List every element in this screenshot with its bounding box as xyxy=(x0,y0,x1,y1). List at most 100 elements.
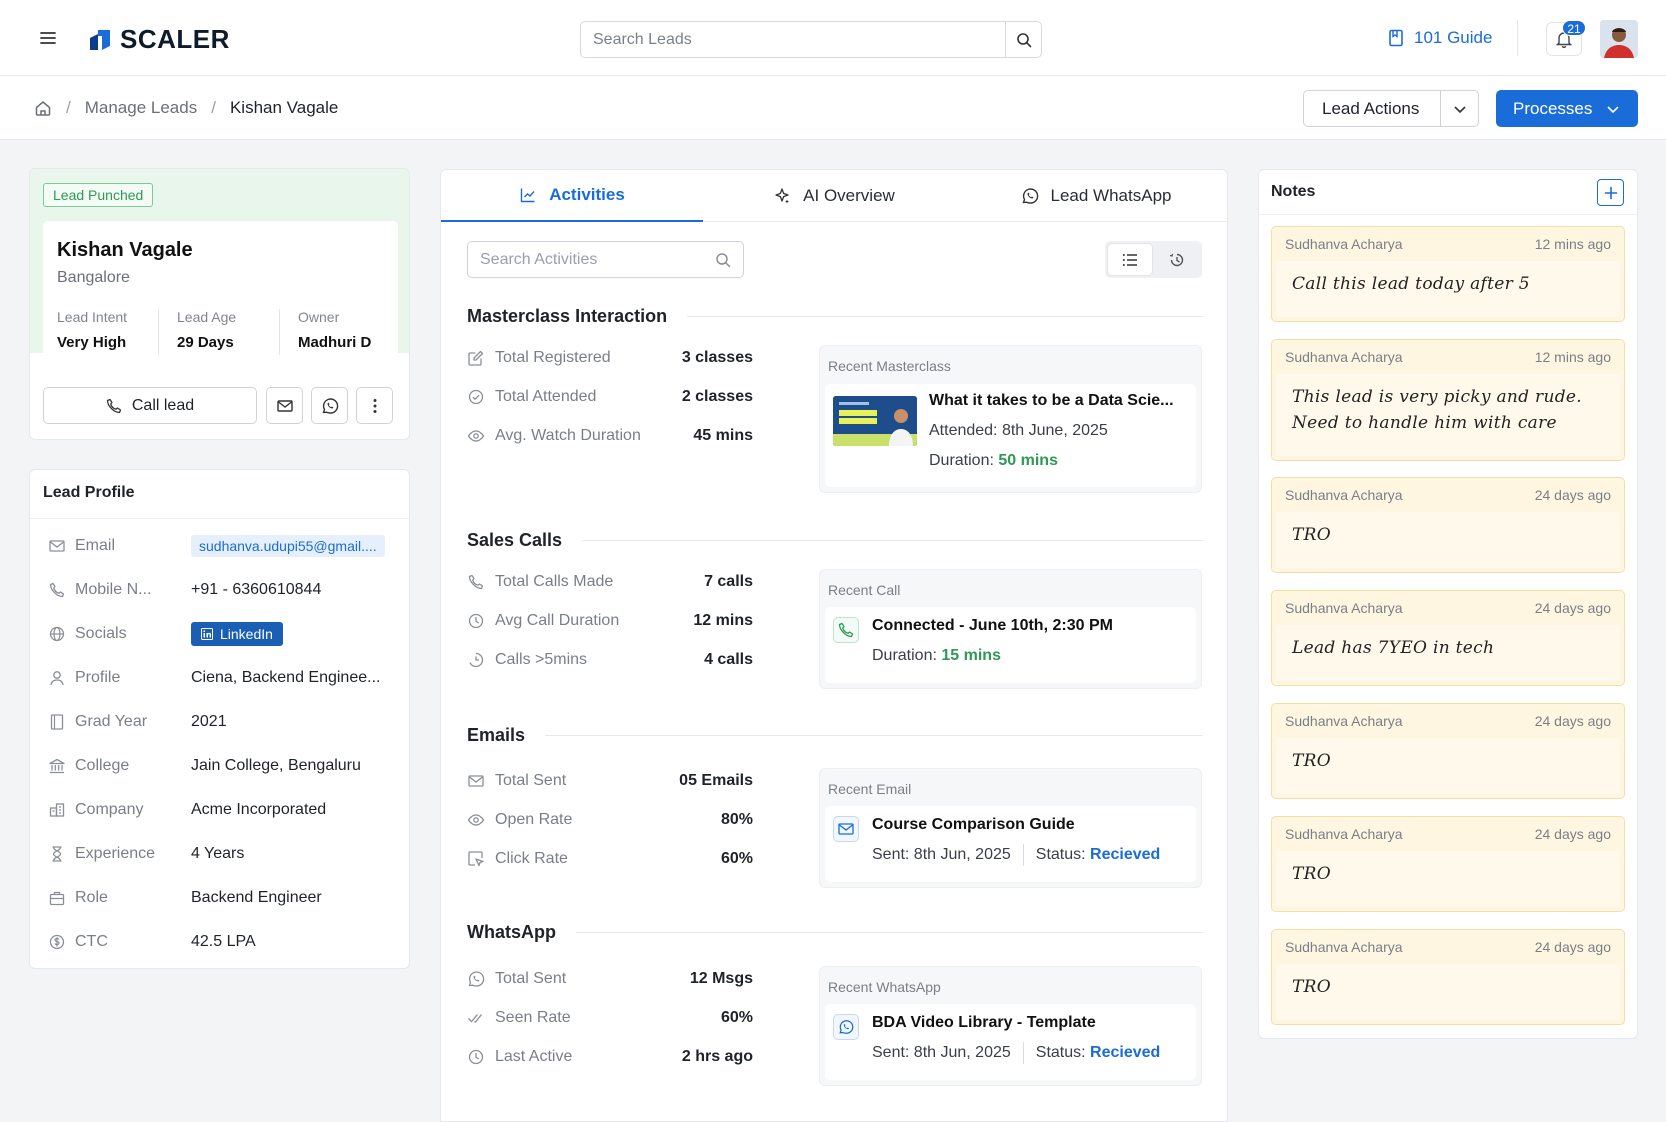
note-card[interactable]: Sudhanva Acharya 24 days ago TRO xyxy=(1271,816,1625,912)
stat-label: Total Sent xyxy=(495,772,567,789)
note-card[interactable]: Sudhanva Acharya 24 days ago Lead has 7YE… xyxy=(1271,590,1625,686)
stat-label: Calls >5mins xyxy=(495,651,588,668)
recent-email-card: Recent Email Course Comparison Guide Sen… xyxy=(819,768,1202,888)
section-title-text: WhatsApp xyxy=(467,922,556,942)
duration-value: 15 mins xyxy=(941,647,1001,664)
stat-divider xyxy=(279,309,280,355)
activities-search-input[interactable] xyxy=(480,250,715,269)
tab-label: AI Overview xyxy=(803,186,895,205)
tab-lead-whatsapp[interactable]: Lead WhatsApp xyxy=(965,170,1227,222)
lead-actions-dropdown[interactable] xyxy=(1441,91,1478,126)
menu-icon[interactable] xyxy=(38,28,58,48)
stat-label: Click Rate xyxy=(495,850,568,867)
note-card[interactable]: Sudhanva Acharya 24 days ago TRO xyxy=(1271,477,1625,573)
search-icon xyxy=(1016,32,1031,47)
note-author: Sudhanva Acharya xyxy=(1285,713,1403,729)
stat-value: 12 mins xyxy=(693,612,753,629)
recent-masterclass-item[interactable]: What it takes to be a Data Scie... Atten… xyxy=(825,384,1196,487)
whatsapp-button[interactable] xyxy=(311,387,348,424)
stat-row: Click Rate 60% xyxy=(467,848,753,870)
recent-title: BDA Video Library - Template xyxy=(872,1014,1096,1031)
note-card[interactable]: Sudhanva Acharya 12 mins ago This lead is… xyxy=(1271,339,1625,461)
note-card[interactable]: Sudhanva Acharya 12 mins ago Call this le… xyxy=(1271,226,1625,322)
cursor-click-icon xyxy=(468,851,484,867)
tab-activities[interactable]: Activities xyxy=(441,170,703,222)
timeline-view-button[interactable] xyxy=(1156,244,1200,275)
home-icon[interactable] xyxy=(34,99,52,117)
stat-value: 2 classes xyxy=(681,388,753,405)
profile-row-ctc: CTC 42.5 LPA xyxy=(48,930,398,954)
profile-value: Jain College, Bengaluru xyxy=(191,757,361,774)
notification-badge: 21 xyxy=(1562,20,1586,36)
scaler-logo[interactable]: SCALER xyxy=(88,24,230,55)
timer-icon xyxy=(469,652,484,668)
more-options-button[interactable] xyxy=(356,387,393,424)
briefcase-icon xyxy=(49,891,65,906)
note-author: Sudhanva Acharya xyxy=(1285,939,1403,955)
profile-row-experience: Experience 4 Years xyxy=(48,842,398,866)
search-button[interactable] xyxy=(1005,22,1041,57)
email-link[interactable]: sudhanva.udupi55@gmail.... xyxy=(191,535,385,557)
add-note-button[interactable] xyxy=(1597,179,1624,206)
guide-link[interactable]: 101 Guide xyxy=(1388,28,1492,48)
profile-value: Acme Incorporated xyxy=(191,801,327,818)
recent-whatsapp-card: Recent WhatsApp BDA Video Library - Temp… xyxy=(819,966,1202,1086)
mail-icon xyxy=(49,540,65,552)
processes-button[interactable]: Processes xyxy=(1496,90,1638,127)
note-card[interactable]: Sudhanva Acharya 24 days ago TRO xyxy=(1271,929,1625,1025)
mail-icon xyxy=(833,816,859,842)
note-time: 12 mins ago xyxy=(1534,349,1611,365)
stat-label: Avg. Watch Duration xyxy=(495,427,641,444)
lead-actions-button[interactable]: Lead Actions xyxy=(1304,91,1441,126)
section-title-text: Masterclass Interaction xyxy=(467,306,668,326)
lead-search-input[interactable] xyxy=(581,22,1005,57)
recent-email-item[interactable]: Course Comparison Guide Sent: 8th Jun, 2… xyxy=(825,806,1196,882)
eye-icon xyxy=(467,814,485,826)
stat-divider xyxy=(158,309,159,355)
email-button[interactable] xyxy=(266,387,303,424)
list-view-button[interactable] xyxy=(1108,244,1152,275)
profile-row-company: Company Acme Incorporated xyxy=(48,798,398,822)
breadcrumb: / Manage Leads / Kishan Vagale xyxy=(34,98,338,118)
note-header: Sudhanva Acharya 12 mins ago xyxy=(1272,227,1624,261)
scaler-logo-icon xyxy=(90,29,110,50)
note-time: 24 days ago xyxy=(1534,713,1611,729)
section-divider xyxy=(576,932,1203,933)
stat-row: Avg Call Duration 12 mins xyxy=(467,610,753,632)
profile-value: Ciena, Backend Enginee... xyxy=(191,669,381,686)
profile-value: 42.5 LPA xyxy=(191,933,256,950)
building-icon xyxy=(49,803,65,817)
divider xyxy=(1259,214,1637,215)
stat-label: Owner xyxy=(298,309,340,325)
stat-value: 29 Days xyxy=(177,334,234,351)
stat-label: Total Sent xyxy=(495,970,567,987)
stat-label: Seen Rate xyxy=(495,1009,571,1026)
lead-summary-card: Lead Punched Kishan Vagale Bangalore Lea… xyxy=(29,168,410,440)
breadcrumb-manage-leads[interactable]: Manage Leads xyxy=(85,98,197,118)
note-header: Sudhanva Acharya 24 days ago xyxy=(1272,817,1624,851)
section-masterclass-title: Masterclass Interaction xyxy=(467,306,1203,327)
stat-value: 60% xyxy=(720,850,753,867)
tab-ai-overview[interactable]: AI Overview xyxy=(703,170,965,222)
recent-whatsapp-item[interactable]: BDA Video Library - Template Sent: 8th J… xyxy=(825,1004,1196,1080)
stat-label: Last Active xyxy=(495,1048,573,1065)
whatsapp-icon xyxy=(321,397,338,414)
profile-row-role: Role Backend Engineer xyxy=(48,886,398,910)
call-lead-button[interactable]: Call lead xyxy=(43,387,257,424)
profile-label: Socials xyxy=(75,625,127,642)
stat-row: Total Sent 12 Msgs xyxy=(467,968,753,990)
history-icon xyxy=(1170,253,1184,266)
user-avatar[interactable] xyxy=(1600,20,1638,58)
note-header: Sudhanva Acharya 12 mins ago xyxy=(1272,340,1624,374)
stat-value: 2 hrs ago xyxy=(681,1048,753,1065)
stat-value: Very High xyxy=(57,334,127,351)
section-whatsapp-title: WhatsApp xyxy=(467,922,1203,943)
stat-row: Open Rate 80% xyxy=(467,809,753,831)
linkedin-link[interactable]: LinkedIn xyxy=(191,622,283,646)
profile-value: 4 Years xyxy=(191,845,245,862)
section-sales-calls-title: Sales Calls xyxy=(467,530,1203,551)
note-card[interactable]: Sudhanva Acharya 24 days ago TRO xyxy=(1271,703,1625,799)
section-divider xyxy=(545,735,1203,736)
stat-value: 60% xyxy=(720,1009,753,1026)
recent-call-item[interactable]: Connected - June 10th, 2:30 PM Duration:… xyxy=(825,607,1196,683)
